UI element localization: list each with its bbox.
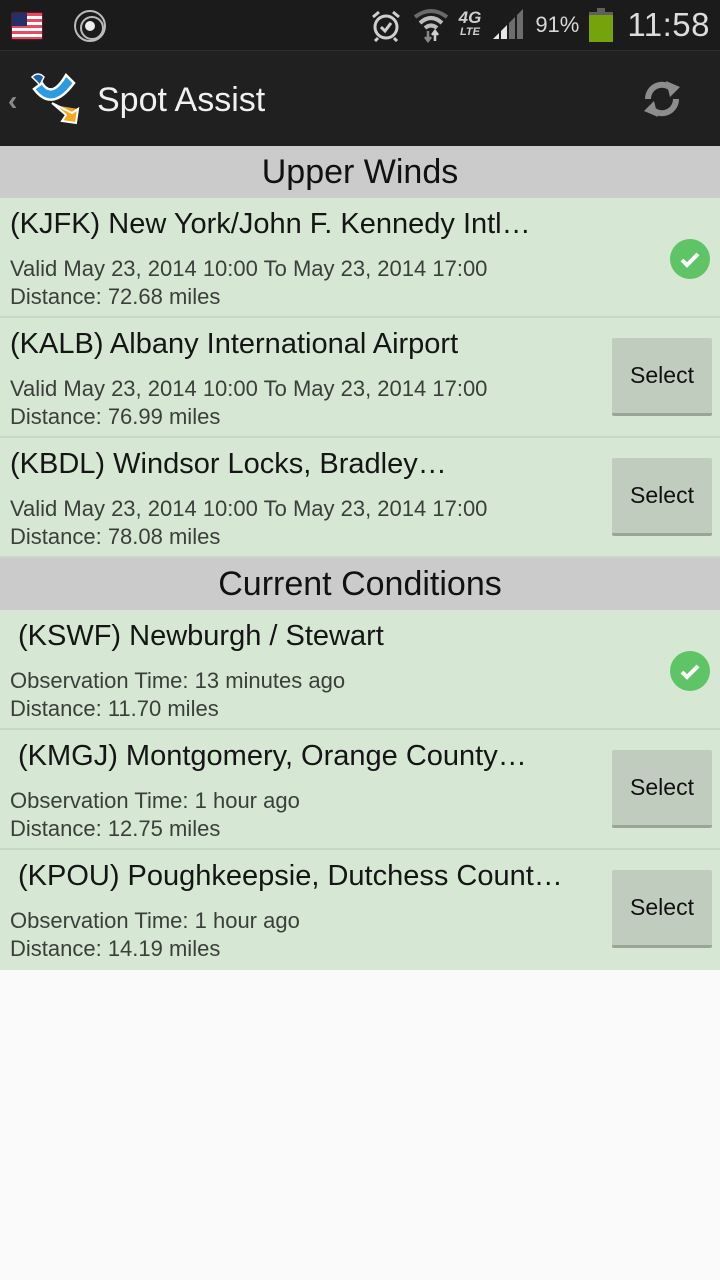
refresh-icon	[644, 81, 680, 117]
station-title: (KALB) Albany International Airport	[10, 328, 459, 360]
station-title: (KBDL) Windsor Locks, Bradley…	[10, 448, 447, 480]
battery-percent: 91%	[535, 12, 580, 37]
distance: Distance: 76.99 miles	[10, 404, 221, 429]
radar-icon	[74, 10, 106, 42]
select-button[interactable]: Select	[612, 870, 712, 948]
status-bar: 4G LTE 91% 11:58	[0, 0, 720, 50]
section-header-upper-winds: Upper Winds	[0, 146, 720, 198]
observation-time: Observation Time: 1 hour ago	[10, 788, 300, 813]
checkmark-icon	[670, 239, 710, 279]
list-item[interactable]: (KJFK) New York/John F. Kennedy Intl… Va…	[0, 198, 720, 318]
station-title: (KSWF) Newburgh / Stewart	[18, 620, 384, 652]
us-flag-icon	[12, 13, 42, 39]
action-bar: ‹ Spot Assist	[0, 50, 720, 146]
4g-lte-icon: 4G LTE	[459, 9, 482, 39]
station-title: (KPOU) Poughkeepsie, Dutchess Count…	[18, 860, 563, 892]
select-button[interactable]: Select	[612, 458, 712, 536]
station-title: (KJFK) New York/John F. Kennedy Intl…	[10, 208, 531, 240]
valid-period: Valid May 23, 2014 10:00 To May 23, 2014…	[10, 256, 488, 281]
battery-icon	[589, 8, 614, 42]
observation-time: Observation Time: 13 minutes ago	[10, 668, 346, 693]
select-button[interactable]: Select	[612, 750, 712, 828]
valid-period: Valid May 23, 2014 10:00 To May 23, 2014…	[10, 496, 488, 521]
list-item[interactable]: (KBDL) Windsor Locks, Bradley… Valid May…	[0, 438, 720, 558]
station-title: (KMGJ) Montgomery, Orange County…	[18, 740, 527, 772]
alarm-icon	[369, 8, 403, 42]
station-list: Upper Winds (KJFK) New York/John F. Kenn…	[0, 146, 720, 970]
observation-time: Observation Time: 1 hour ago	[10, 908, 300, 933]
list-item[interactable]: (KALB) Albany International Airport Vali…	[0, 318, 720, 438]
wifi-icon	[413, 7, 449, 43]
spot-assist-logo[interactable]	[26, 69, 82, 125]
distance: Distance: 14.19 miles	[10, 936, 221, 961]
section-header-current-conditions: Current Conditions	[0, 558, 720, 610]
list-item[interactable]: (KSWF) Newburgh / Stewart Observation Ti…	[0, 610, 720, 730]
chevron-left-icon[interactable]: ‹	[8, 85, 17, 117]
distance: Distance: 12.75 miles	[10, 816, 221, 841]
refresh-button[interactable]	[632, 71, 692, 127]
valid-period: Valid May 23, 2014 10:00 To May 23, 2014…	[10, 376, 488, 401]
list-item[interactable]: (KMGJ) Montgomery, Orange County… Observ…	[0, 730, 720, 850]
app-title: Spot Assist	[97, 81, 266, 119]
distance: Distance: 78.08 miles	[10, 524, 221, 549]
empty-area	[0, 970, 720, 1280]
clock: 11:58	[627, 6, 710, 43]
network-subtype-label: LTE	[459, 26, 480, 38]
distance: Distance: 72.68 miles	[10, 284, 221, 309]
checkmark-icon	[670, 651, 710, 691]
signal-icon	[491, 9, 525, 41]
distance: Distance: 11.70 miles	[10, 696, 219, 721]
list-item[interactable]: (KPOU) Poughkeepsie, Dutchess Count… Obs…	[0, 850, 720, 970]
select-button[interactable]: Select	[612, 338, 712, 416]
